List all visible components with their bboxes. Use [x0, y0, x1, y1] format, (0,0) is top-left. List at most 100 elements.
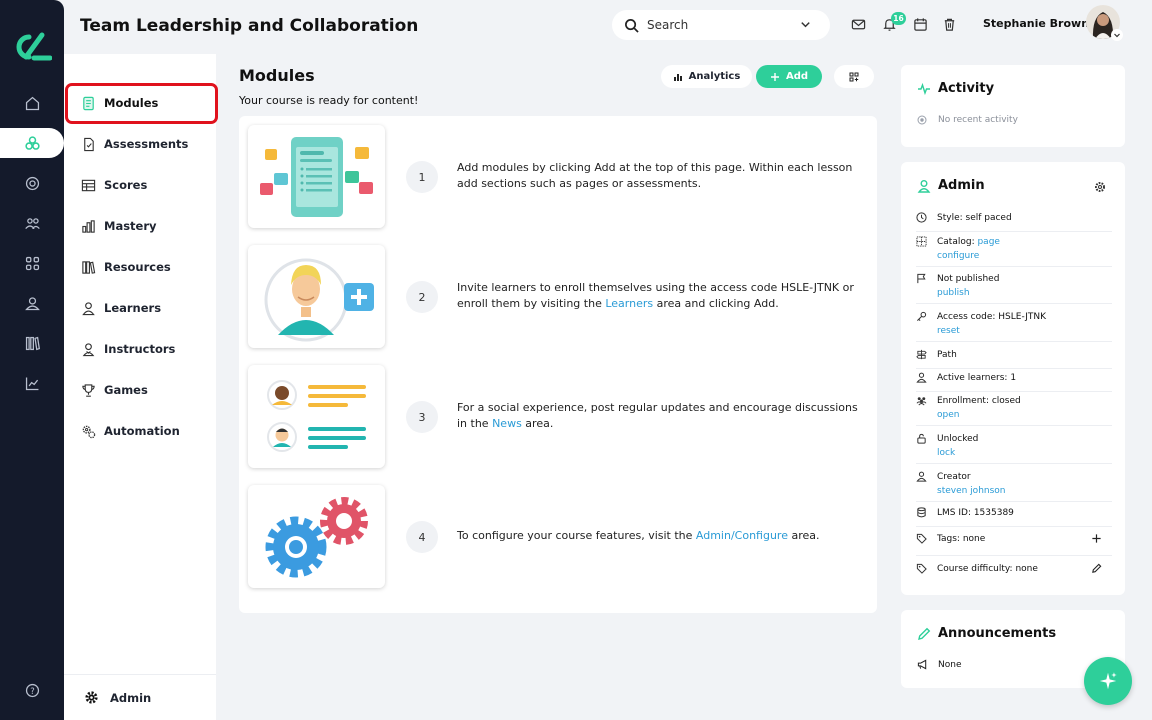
trash-icon[interactable] — [942, 17, 957, 32]
admin-row-text: Catalog: page configure — [937, 235, 1000, 266]
add-label: Add — [785, 71, 809, 82]
admin-header: Admin — [917, 178, 985, 193]
group-icon — [916, 397, 927, 406]
trend-chart-icon[interactable] — [0, 368, 64, 398]
layout-toggle-button[interactable] — [834, 65, 874, 88]
step-4-illustration — [248, 485, 385, 588]
unlock-icon — [917, 433, 926, 444]
admin-configure-link[interactable]: Admin/Configure — [696, 529, 788, 542]
sidebar-item-scores[interactable]: Scores — [64, 165, 216, 205]
admin-row-lms-id: LMS ID: 1535389 — [916, 506, 1112, 527]
sidebar-footer-label: Admin — [110, 690, 152, 705]
step-1-illustration — [248, 125, 385, 228]
person-icon — [82, 301, 95, 315]
courses-icon[interactable] — [0, 128, 64, 158]
activity-header: Activity — [917, 81, 994, 96]
sparkle-icon — [1099, 672, 1117, 690]
sidebar-admin-button[interactable]: Admin — [64, 674, 216, 720]
step-3-text: For a social experience, post regular up… — [457, 400, 862, 432]
admin-row-text: Tags: none — [937, 534, 986, 544]
admin-row-difficulty: Course difficulty: none — [916, 562, 1112, 584]
user-icon[interactable] — [0, 288, 64, 318]
sidebar-item-learners[interactable]: Learners — [64, 288, 216, 328]
step-3-text-b: area. — [521, 417, 554, 430]
sidebar-item-automation[interactable]: Automation — [64, 411, 216, 451]
pencil-icon[interactable] — [1091, 563, 1102, 574]
ai-assistant-button[interactable] — [1084, 657, 1132, 705]
step-3-number: 3 — [406, 401, 438, 433]
publish-link[interactable]: publish — [937, 286, 999, 300]
groups-icon[interactable] — [0, 208, 64, 238]
sidebar-item-label: Scores — [104, 178, 148, 192]
access-code-label: Access code: HSLE-JTNK — [937, 312, 1046, 322]
step-1-number: 1 — [406, 161, 438, 193]
chevron-down-icon[interactable] — [799, 18, 812, 31]
sidebar-item-instructors[interactable]: Instructors — [64, 329, 216, 369]
lock-link[interactable]: lock — [937, 446, 978, 460]
step-2-number: 2 — [406, 281, 438, 313]
analytics-button[interactable]: Analytics — [661, 65, 752, 88]
database-icon — [917, 507, 926, 518]
admin-row-text: Access code: HSLE-JTNK reset — [937, 310, 1046, 341]
search-icon — [625, 18, 639, 33]
calendar-icon[interactable] — [913, 17, 928, 32]
news-link[interactable]: News — [492, 417, 522, 430]
target-icon[interactable] — [0, 168, 64, 198]
person-icon — [917, 179, 931, 193]
admin-row-active-learners: Active learners: 1 — [916, 371, 1112, 392]
sidebar-item-label: Instructors — [104, 342, 176, 356]
mail-icon[interactable] — [851, 17, 866, 32]
sidebar-item-games[interactable]: Games — [64, 370, 216, 410]
home-icon[interactable] — [0, 88, 64, 118]
sidebar-item-assessments[interactable]: Assessments — [64, 124, 216, 164]
creator-link[interactable]: steven johnson — [937, 484, 1006, 498]
catalog-configure-link[interactable]: configure — [937, 249, 1000, 263]
library-icon[interactable] — [0, 328, 64, 358]
search-input[interactable]: Search — [612, 10, 830, 40]
announcements-text: None — [938, 659, 962, 670]
catalog-page-link[interactable]: page — [977, 237, 999, 247]
reset-link[interactable]: reset — [937, 324, 1046, 338]
radio-icon — [917, 115, 927, 125]
step-2-illustration — [248, 245, 385, 348]
creator-label: Creator — [937, 472, 971, 482]
sidebar-item-label: Learners — [104, 301, 162, 315]
analytics-label: Analytics — [688, 71, 741, 82]
books-icon — [82, 260, 96, 274]
user-name[interactable]: Stephanie Brown — [983, 17, 1089, 30]
admin-row-text: Active learners: 1 — [937, 373, 1017, 383]
add-button[interactable]: Add — [756, 65, 822, 88]
learners-link[interactable]: Learners — [605, 297, 653, 310]
sidebar-item-label: Assessments — [104, 137, 189, 151]
svg-text:?: ? — [30, 686, 35, 696]
admin-row-text: Enrollment: closed open — [937, 394, 1021, 425]
gear-icon[interactable] — [1094, 181, 1106, 193]
admin-row-text: Style: self paced — [937, 213, 1012, 223]
pencil-icon — [918, 627, 931, 640]
admin-row-unlocked: Unlocked lock — [916, 432, 1112, 464]
megaphone-icon — [917, 659, 927, 670]
admin-row-text: Not published publish — [937, 272, 999, 303]
admin-row-text: LMS ID: 1535389 — [937, 508, 1014, 518]
step-2-text: Invite learners to enroll themselves usi… — [457, 280, 862, 312]
avatar-chevron-icon[interactable] — [1111, 29, 1123, 41]
sidebar-item-mastery[interactable]: Mastery — [64, 206, 216, 246]
add-tag-icon[interactable] — [1091, 533, 1102, 544]
open-link[interactable]: open — [937, 408, 1021, 422]
sidebar-item-resources[interactable]: Resources — [64, 247, 216, 287]
admin-row-published: Not published publish — [916, 272, 1112, 304]
step-3-illustration — [248, 365, 385, 468]
modules-subtitle: Your course is ready for content! — [239, 94, 419, 107]
admin-row-style: Style: self paced — [916, 211, 1112, 232]
grid-add-icon — [849, 72, 859, 81]
sidebar-item-label: Games — [104, 383, 148, 397]
clock-icon — [916, 212, 927, 223]
admin-row-text: Unlocked lock — [937, 432, 978, 463]
help-icon[interactable]: ? — [0, 675, 64, 705]
admin-row-catalog: Catalog: page configure — [916, 235, 1112, 267]
flag-icon — [917, 273, 926, 284]
unlocked-label: Unlocked — [937, 434, 979, 444]
app-logo[interactable] — [12, 30, 52, 64]
grid-icon[interactable] — [0, 248, 64, 278]
person-icon — [916, 372, 927, 383]
